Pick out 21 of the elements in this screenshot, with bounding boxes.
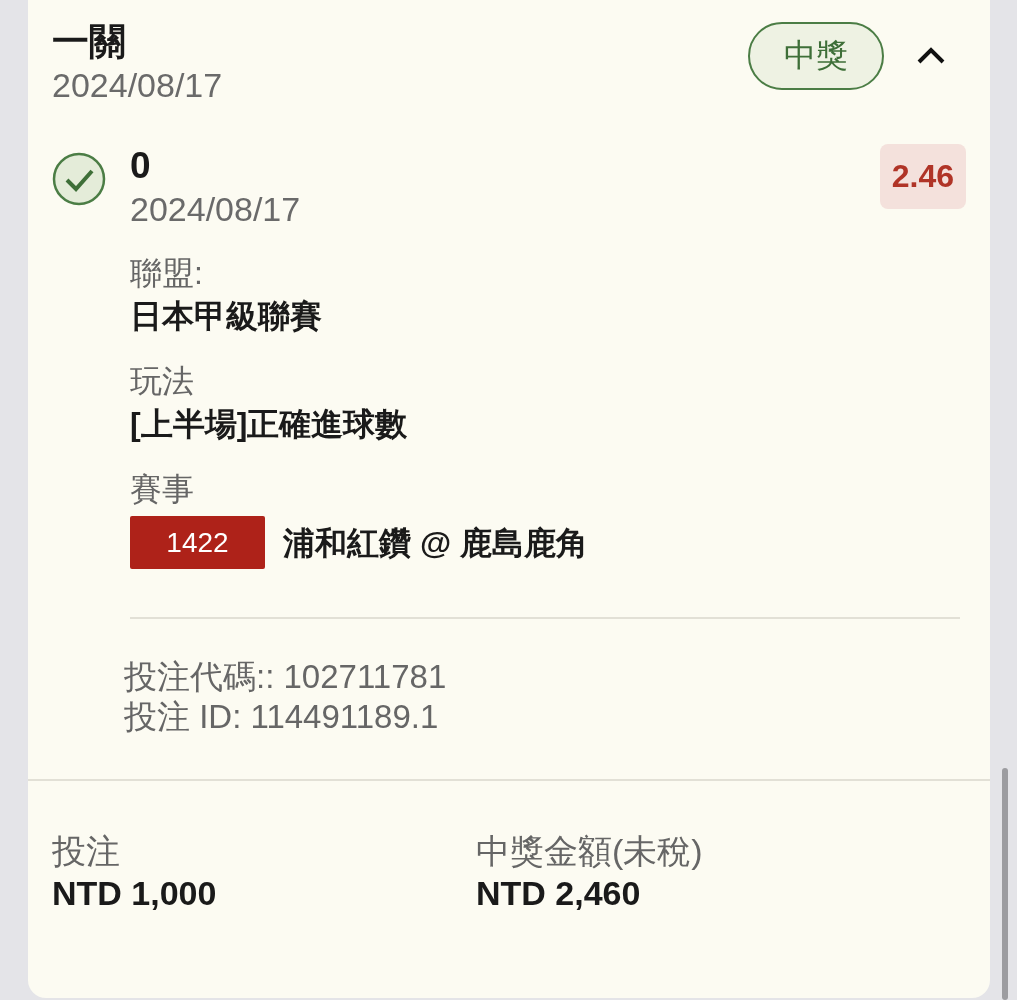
field-value: [上半場]正確進球數 [130,405,409,444]
selection-date: 2024/08/17 [130,189,301,230]
bet-title: 一關 [52,20,127,64]
status-badge: 中獎 [748,22,884,90]
match-name: 浦和紅鑽 @ 鹿島鹿角 [283,523,588,563]
field-value: 日本甲級聯賽 [130,297,323,336]
bet-date: 2024/08/17 [52,65,223,106]
scrollbar[interactable] [1002,768,1008,1000]
total-label: 投注 [52,831,121,871]
field-label: 玩法 [130,362,195,401]
field-label: 賽事 [130,470,195,509]
total-value: NTD 1,000 [52,873,218,914]
match-code: 1422 [130,516,265,569]
chevron-up-icon[interactable] [916,46,946,66]
pick-value: 0 [130,144,152,188]
total-value: NTD 2,460 [476,873,642,914]
bet-code-text: 投注代碼:: 102711781 [124,657,448,697]
total-label: 中獎金額(未稅) [476,831,704,871]
odds-value: 2.46 [879,144,966,209]
field-label: 聯盟: [130,254,204,293]
bet-code-text: 投注 ID: 114491189.1 [124,697,440,737]
